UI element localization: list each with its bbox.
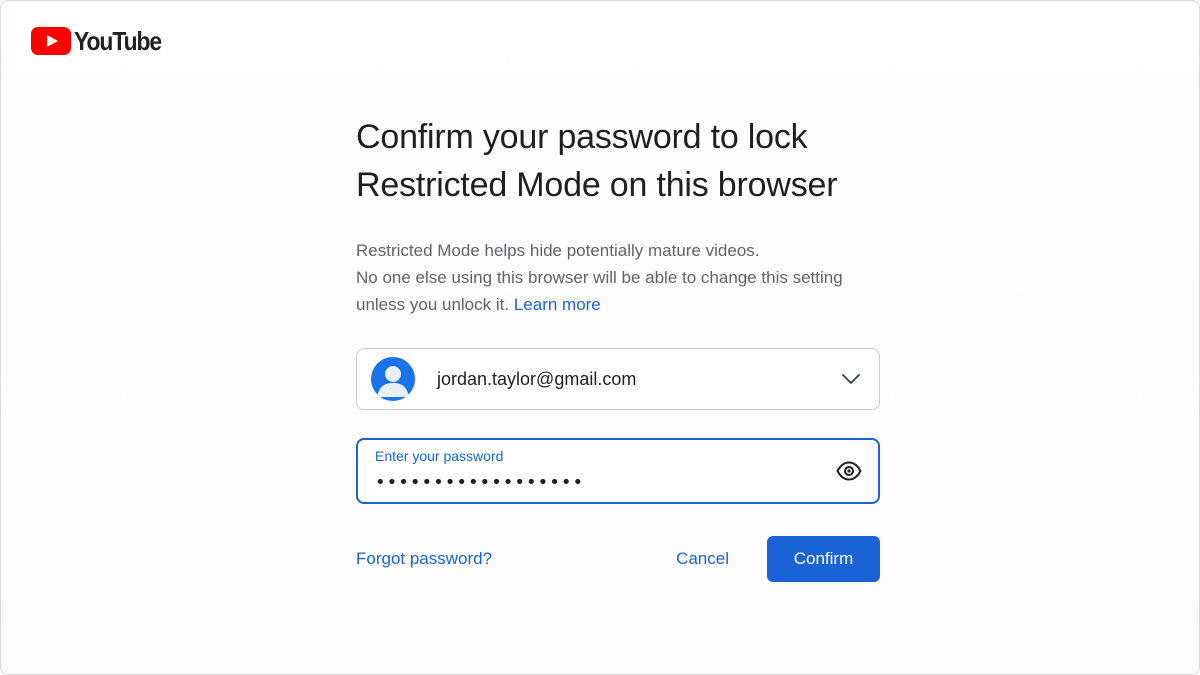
password-field[interactable]: Enter your password [356, 438, 880, 504]
cancel-button[interactable]: Cancel [662, 536, 743, 582]
person-avatar-icon [371, 357, 415, 401]
description-line-2: No one else using this browser will be a… [356, 268, 843, 287]
page-frame: YouTube Confirm your password to lock Re… [0, 0, 1200, 675]
logo-wordmark: YouTube [74, 26, 162, 56]
youtube-play-icon [31, 27, 71, 55]
description-line-3: unless you unlock it. Learn more [356, 291, 880, 318]
confirm-button[interactable]: Confirm [767, 536, 880, 582]
restricted-mode-dialog: Confirm your password to lock Restricted… [356, 113, 880, 582]
learn-more-link[interactable]: Learn more [514, 295, 601, 314]
description-line-1: Restricted Mode helps hide potentially m… [356, 241, 760, 260]
title-line-2: Restricted Mode on this browser [356, 166, 838, 204]
dialog-actions: Forgot password? Cancel Confirm [356, 536, 880, 582]
title-line-1: Confirm your password to lock [356, 118, 808, 156]
forgot-password-link[interactable]: Forgot password? [356, 549, 662, 569]
account-email: jordan.taylor@gmail.com [437, 368, 637, 389]
password-input[interactable] [375, 470, 815, 494]
description: Restricted Mode helps hide potentially m… [356, 237, 880, 318]
chevron-down-icon[interactable] [841, 369, 861, 389]
eye-icon[interactable] [836, 460, 862, 482]
description-line-3-text: unless you unlock it. [356, 295, 510, 314]
password-label: Enter your password [375, 448, 504, 464]
youtube-logo[interactable]: YouTube [31, 27, 173, 55]
account-selector[interactable]: jordan.taylor@gmail.com [356, 348, 880, 410]
page-title: Confirm your password to lock Restricted… [356, 113, 880, 209]
